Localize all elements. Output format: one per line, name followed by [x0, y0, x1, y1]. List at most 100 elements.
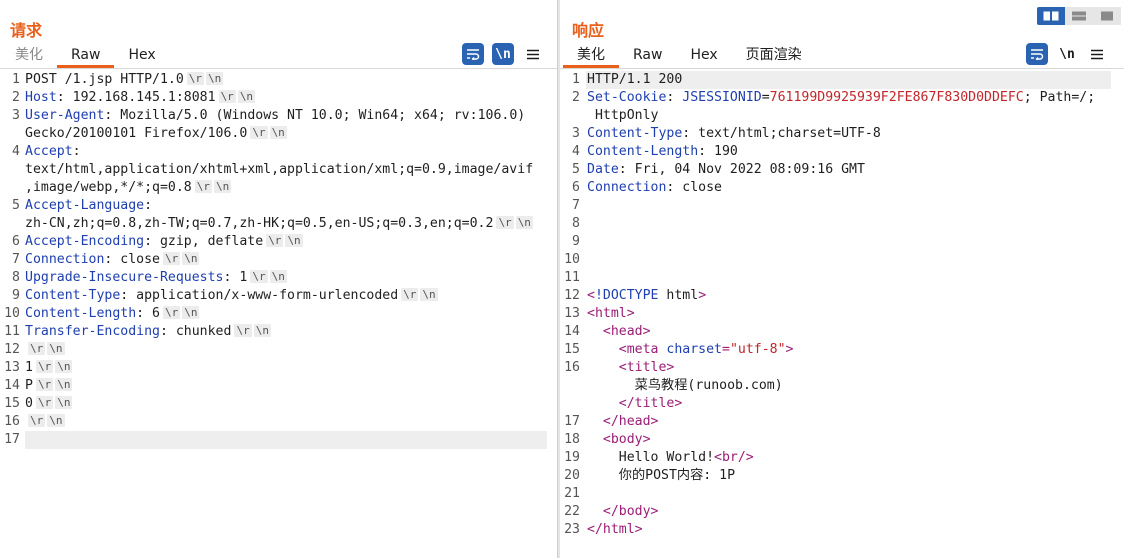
line-number: 3: [12, 108, 20, 123]
text-segment: : Fri, 04 Nov 2022 08:09:16 GMT: [618, 162, 865, 177]
split-horizontal-icon[interactable]: [1037, 7, 1065, 25]
request-editor[interactable]: 1 POST /1.jsp HTTP/1.0 \r \n 2 Host: 192.168.…: [0, 71, 557, 558]
line-feed-marker: \n: [253, 324, 271, 337]
code-line[interactable]: HttpOnly: [560, 107, 1124, 125]
code-line[interactable]: 10: [560, 251, 1124, 269]
code-line[interactable]: 15 0 \r \n: [0, 395, 557, 413]
header-name: Host: [25, 90, 57, 105]
code-line[interactable]: 5 Accept-Language:: [0, 197, 557, 215]
code-line[interactable]: 13 <html>: [560, 305, 1124, 323]
tab-raw[interactable]: Raw: [619, 44, 676, 68]
tab-pretty[interactable]: 美化: [1, 44, 57, 68]
code-line[interactable]: 14 <head>: [560, 323, 1124, 341]
code-line[interactable]: 13 1 \r \n: [0, 359, 557, 377]
code-line[interactable]: 18 <body>: [560, 431, 1124, 449]
code-line[interactable]: 4 Accept:: [0, 143, 557, 161]
line-number: 20: [564, 468, 580, 483]
code-line[interactable]: 2 Set-Cookie: JSESSIONID=761199D9925939F2…: [560, 89, 1124, 107]
line-content: </body>: [587, 503, 659, 521]
code-line[interactable]: 2 Host: 192.168.145.1:8081 \r \n: [0, 89, 557, 107]
carriage-return-marker: \r: [186, 72, 205, 85]
code-line[interactable]: 6 Connection: close: [560, 179, 1124, 197]
text-segment: zh-CN,zh;q=0.8,zh-TW;q=0.7,zh-HK;q=0.5,e…: [25, 216, 494, 231]
code-line[interactable]: 4 Content-Length: 190: [560, 143, 1124, 161]
code-line[interactable]: 8: [560, 215, 1124, 233]
code-line[interactable]: 17 </head>: [560, 413, 1124, 431]
code-line[interactable]: 12 \r \n: [0, 341, 557, 359]
code-line[interactable]: Gecko/20100101 Firefox/106.0 \r \n: [0, 125, 557, 143]
carriage-return-marker: \r: [162, 306, 181, 319]
hamburger-menu-icon[interactable]: [1086, 43, 1108, 65]
code-line[interactable]: 11 Transfer-Encoding: chunked \r \n: [0, 323, 557, 341]
request-toolbar: \n: [462, 43, 544, 65]
code-line[interactable]: 17: [0, 431, 557, 449]
tab-hex[interactable]: Hex: [114, 44, 169, 68]
code-line[interactable]: 7: [560, 197, 1124, 215]
code-line[interactable]: zh-CN,zh;q=0.8,zh-TW;q=0.7,zh-HK;q=0.5,e…: [0, 215, 557, 233]
code-line[interactable]: 11: [560, 269, 1124, 287]
code-line[interactable]: 9 Content-Type: application/x-www-form-ur…: [0, 287, 557, 305]
line-content: </title>: [587, 395, 683, 413]
code-line[interactable]: 1 POST /1.jsp HTTP/1.0 \r \n: [0, 71, 557, 89]
code-line[interactable]: 5 Date: Fri, 04 Nov 2022 08:09:16 GMT: [560, 161, 1124, 179]
code-line[interactable]: 9: [560, 233, 1124, 251]
code-line[interactable]: 14 P \r \n: [0, 377, 557, 395]
line-content: Connection: close: [587, 179, 722, 197]
code-line[interactable]: 3 Content-Type: text/html;charset=UTF-8: [560, 125, 1124, 143]
line-number: 1: [12, 72, 20, 87]
line-number: 10: [4, 306, 20, 321]
text-segment: : 190: [698, 144, 738, 159]
code-line[interactable]: text/html,application/xhtml+xml,applicat…: [0, 161, 557, 179]
code-line[interactable]: 7 Connection: close \r \n: [0, 251, 557, 269]
code-line[interactable]: </title>: [560, 395, 1124, 413]
code-line[interactable]: 12 <!DOCTYPE html>: [560, 287, 1124, 305]
tab-pretty[interactable]: 美化: [563, 44, 619, 68]
tab-hex[interactable]: Hex: [676, 44, 731, 68]
code-line[interactable]: 20 你的POST内容: 1P: [560, 467, 1124, 485]
code-line[interactable]: 19 Hello World!<br/>: [560, 449, 1124, 467]
line-number: 11: [564, 270, 580, 285]
line-content: POST /1.jsp HTTP/1.0 \r \n: [25, 71, 224, 89]
text-segment: : text/html;charset=UTF-8: [682, 126, 881, 141]
code-line[interactable]: 15 <meta charset="utf-8">: [560, 341, 1124, 359]
text-segment: [587, 414, 603, 429]
code-line[interactable]: 22 </body>: [560, 503, 1124, 521]
line-content: </head>: [587, 413, 659, 431]
carriage-return-marker: \r: [35, 378, 54, 391]
code-line[interactable]: 23 </html>: [560, 521, 1124, 539]
code-line[interactable]: 菜鸟教程(runoob.com): [560, 377, 1124, 395]
line-feed-marker: \n: [47, 414, 65, 427]
code-line[interactable]: 16 <title>: [560, 359, 1124, 377]
code-line[interactable]: 1 HTTP/1.1 200: [560, 71, 1124, 89]
word-wrap-icon[interactable]: [1026, 43, 1048, 65]
response-editor[interactable]: 1 HTTP/1.1 200 2 Set-Cookie: JSESSIONID=761…: [560, 71, 1124, 558]
show-newlines-icon[interactable]: \n: [492, 43, 514, 65]
text-segment: html: [666, 288, 699, 303]
line-content: ,image/webp,*/*;q=0.8 \r \n: [25, 179, 232, 197]
code-line[interactable]: 10 Content-Length: 6 \r \n: [0, 305, 557, 323]
code-line[interactable]: 6 Accept-Encoding: gzip, deflate \r \n: [0, 233, 557, 251]
code-line[interactable]: 21: [560, 485, 1124, 503]
line-feed-marker: \n: [269, 126, 287, 139]
split-vertical-icon[interactable]: [1065, 7, 1093, 25]
markup-tag: >: [785, 342, 794, 357]
tab-raw[interactable]: Raw: [57, 44, 115, 68]
tab-render[interactable]: 页面渲染: [732, 44, 816, 68]
line-number: 2: [572, 90, 580, 105]
code-line[interactable]: 8 Upgrade-Insecure-Requests: 1 \r \n: [0, 269, 557, 287]
text-segment: :: [666, 90, 683, 105]
hamburger-menu-icon[interactable]: [522, 43, 544, 65]
single-pane-icon[interactable]: [1093, 7, 1121, 25]
code-line[interactable]: 16 \r \n: [0, 413, 557, 431]
carriage-return-marker: \r: [35, 396, 54, 409]
text-segment: text/html,application/xhtml+xml,applicat…: [25, 162, 534, 177]
show-newlines-icon[interactable]: \n: [1056, 43, 1078, 65]
line-content: <body>: [587, 431, 651, 449]
code-line[interactable]: ,image/webp,*/*;q=0.8 \r \n: [0, 179, 557, 197]
line-content: HTTP/1.1 200: [587, 71, 682, 89]
word-wrap-icon[interactable]: [462, 43, 484, 65]
code-line[interactable]: 3 User-Agent: Mozilla/5.0 (Windows NT 10.…: [0, 107, 557, 125]
text-segment: [587, 432, 603, 447]
line-number: 11: [4, 324, 20, 339]
markup-tag: <br/>: [714, 450, 754, 465]
